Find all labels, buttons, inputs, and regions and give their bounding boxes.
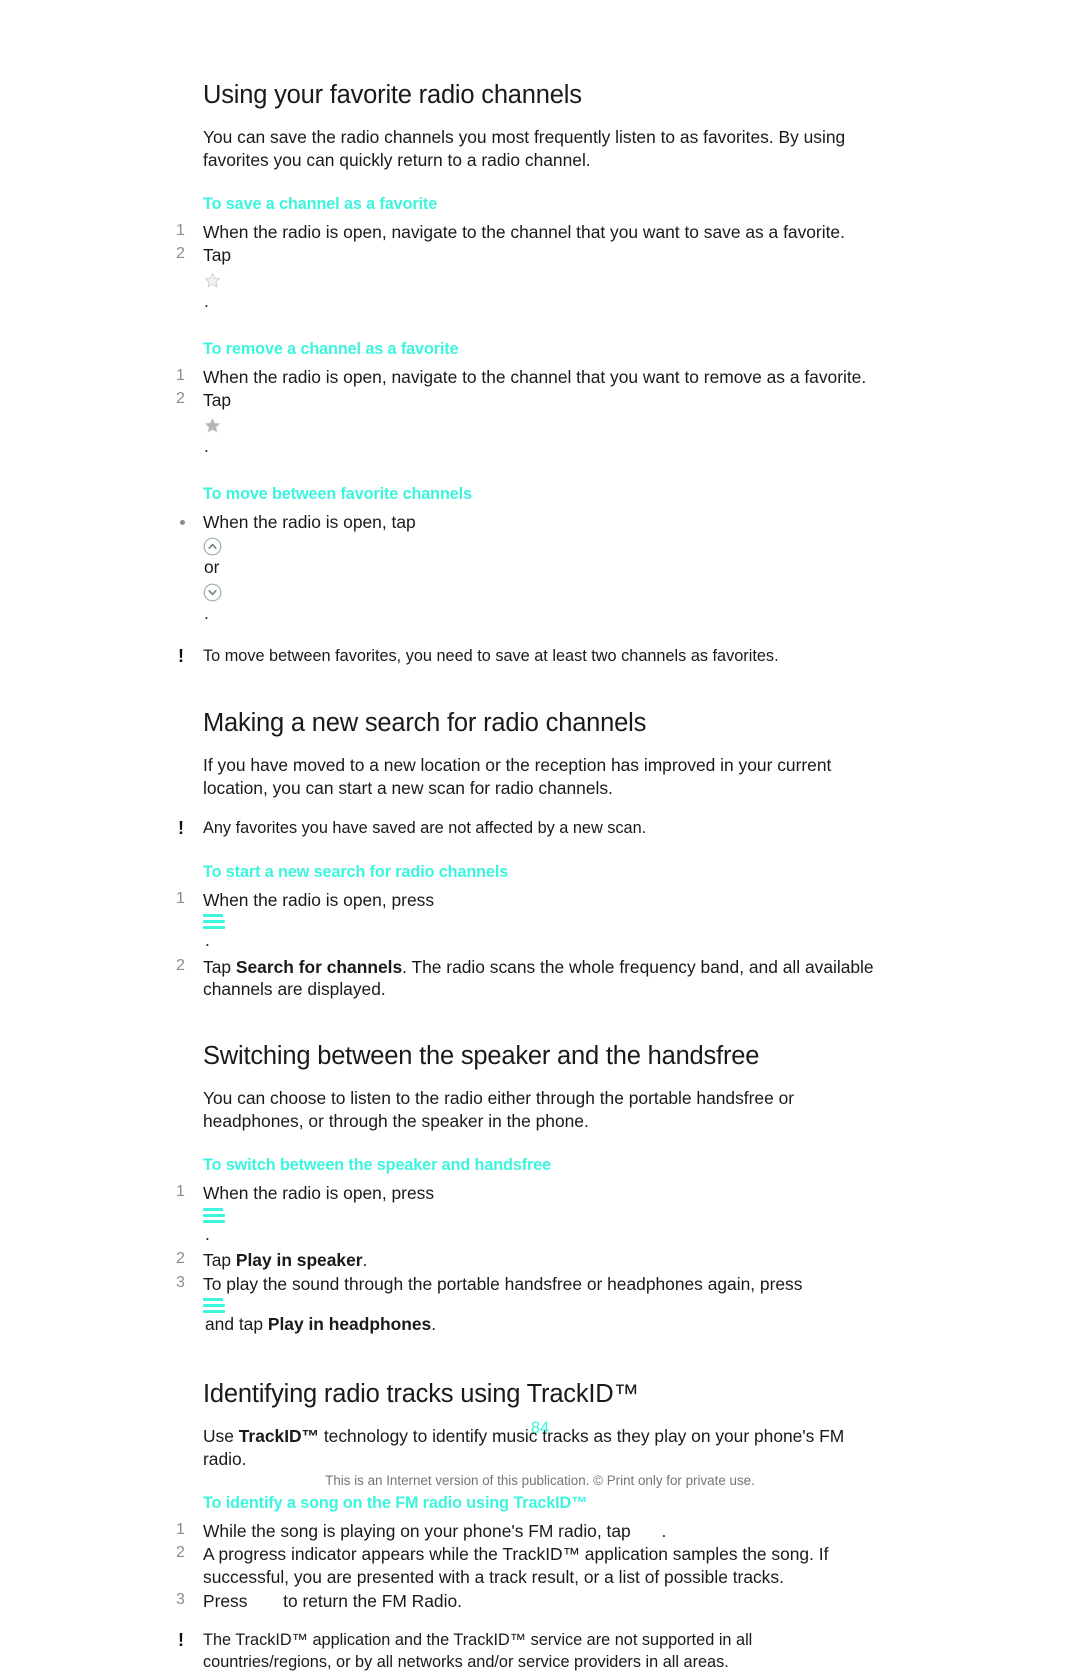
warning-icon: ! [178, 1630, 184, 1651]
menu-icon [203, 1207, 896, 1223]
page-number: 84 [530, 1419, 550, 1437]
step-text-post: . [205, 1223, 210, 1244]
section-intro: You can save the radio channels you most… [203, 126, 846, 170]
step-text-pre: Tap [203, 245, 232, 266]
step-marker: 1 [176, 1520, 185, 1538]
step-marker: 2 [176, 245, 185, 263]
steps-identify-song: 1 While the song is playing on your phon… [172, 1520, 872, 1613]
step-marker: 2 [176, 390, 185, 408]
subheading-save-favorite: To save a channel as a favorite [203, 194, 438, 213]
list-item: When the radio is open, tap or . [172, 511, 896, 629]
step-text-bold: Play in headphones [267, 1314, 432, 1335]
list-item: 1 While the song is playing on your phon… [172, 1520, 896, 1543]
steps-move-between-favorites: When the radio is open, tap or . [172, 511, 872, 629]
list-item: 1 When the radio is open, press . [172, 889, 896, 955]
page-title: Switching between the speaker and the ha… [203, 1042, 760, 1071]
step-text-pre: Press [203, 1590, 253, 1611]
step-marker: 2 [176, 1250, 185, 1268]
subheading-remove-favorite: To remove a channel as a favorite [203, 339, 459, 358]
menu-icon [203, 914, 896, 930]
page-title: Making a new search for radio channels [203, 709, 647, 738]
subheading-move-between-favorites: To move between favorite channels [203, 484, 472, 503]
subheading-identify-song: To identify a song on the FM radio using… [203, 1493, 588, 1512]
step-marker: 2 [176, 1544, 185, 1562]
step-text-pre: Tap [203, 390, 232, 411]
list-item: 2 Tap Play in speaker. [172, 1249, 896, 1272]
warning-icon: ! [178, 817, 184, 838]
list-item: 2 A progress indicator appears while the… [172, 1543, 896, 1588]
document-page: Using your favorite radio channels You c… [0, 0, 1080, 1671]
step-text-post: . [204, 291, 209, 312]
step-text-pre: When the radio is open, tap [203, 511, 416, 532]
chevron-down-circle-icon [203, 583, 896, 602]
step-text-bold: Play in speaker [235, 1250, 363, 1271]
step-marker: 3 [176, 1590, 185, 1608]
step-marker: 1 [176, 889, 185, 907]
steps-save-favorite: 1 When the radio is open, navigate to th… [172, 221, 896, 317]
list-item: 1 When the radio is open, press . [172, 1182, 896, 1248]
warning-icon: ! [178, 646, 184, 667]
step-text-pre: While the song is playing on your phone'… [203, 1520, 636, 1541]
note-text: The TrackID™ application and the TrackID… [203, 1631, 753, 1672]
page-title: Using your favorite radio channels [203, 81, 582, 109]
step-text-bold: Search for channels [235, 956, 403, 977]
star-filled-icon [203, 271, 896, 291]
list-item: 1 When the radio is open, navigate to th… [172, 221, 896, 244]
steps-remove-favorite: 1 When the radio is open, navigate to th… [172, 366, 896, 462]
step-marker: 1 [176, 1182, 185, 1200]
note-trackid-availability: ! The TrackID™ application and the Track… [172, 1630, 883, 1673]
back-icon [252, 1593, 278, 1607]
list-item: 2 Tap . [172, 244, 896, 316]
trackid-icon [636, 1523, 662, 1537]
subheading-switch-speaker-handsfree: To switch between the speaker and handsf… [203, 1155, 552, 1174]
list-item: 2 Tap Search for channels. The radio sca… [172, 956, 896, 1001]
step-text-pre: When the radio is open, press [203, 1182, 435, 1203]
note-text: Any favorites you have saved are not aff… [203, 818, 647, 837]
chevron-up-circle-icon [203, 537, 896, 556]
star-empty-icon [203, 415, 896, 435]
step-marker: 3 [176, 1273, 185, 1291]
step-text-post: . [205, 930, 210, 951]
step-text-pre: Tap [203, 1250, 236, 1271]
list-item: 2 Tap . [172, 389, 896, 461]
menu-icon [203, 1298, 896, 1314]
step-marker: 1 [176, 221, 185, 239]
step-text-pre: When the radio is open, press [203, 889, 435, 910]
steps-switch-speaker-handsfree: 1 When the radio is open, press . 2 Tap … [172, 1182, 872, 1339]
step-text: When the radio is open, navigate to the … [203, 366, 867, 387]
steps-start-new-search: 1 When the radio is open, press . 2 Tap … [172, 889, 874, 1002]
step-text-pre: To play the sound through the portable h… [203, 1273, 803, 1294]
list-item: 3 To play the sound through the portable… [172, 1273, 896, 1339]
step-text-post: to return the FM Radio. [278, 1590, 462, 1611]
step-text-pre: Tap [203, 956, 236, 977]
step-text-post: . [362, 1250, 368, 1271]
section-intro: If you have moved to a new location or t… [203, 754, 832, 798]
step-text-post: . [204, 602, 209, 623]
step-text-post: . [204, 435, 209, 456]
step-marker: 2 [176, 956, 185, 974]
page-title: Identifying radio tracks using TrackID™ [203, 1380, 639, 1409]
note-text: To move between favorites, you need to s… [203, 647, 779, 666]
footer-note: This is an Internet version of this publ… [325, 1473, 755, 1488]
step-text-post: . [661, 1520, 667, 1541]
step-text: A progress indicator appears while the T… [203, 1544, 829, 1588]
note-move-favorites: ! To move between favorites, you need to… [172, 646, 883, 668]
bullet-icon [180, 519, 185, 525]
subheading-start-new-search: To start a new search for radio channels [203, 862, 509, 881]
step-marker: 1 [176, 366, 185, 384]
list-item: 3 Press to return the FM Radio. [172, 1590, 896, 1613]
step-text-mid: or [204, 557, 220, 578]
list-item: 1 When the radio is open, navigate to th… [172, 366, 896, 389]
section-using-favorites: Using your favorite radio channels You c… [172, 80, 896, 668]
note-new-scan: ! Any favorites you have saved are not a… [172, 818, 883, 840]
section-speaker-handsfree: Switching between the speaker and the ha… [172, 1041, 872, 1339]
step-text-mid: and tap [205, 1314, 268, 1335]
section-intro: You can choose to listen to the radio ei… [203, 1087, 795, 1131]
step-text: When the radio is open, navigate to the … [203, 221, 845, 242]
section-new-search: Making a new search for radio channels I… [172, 708, 874, 1002]
step-text-post: . [431, 1314, 437, 1335]
